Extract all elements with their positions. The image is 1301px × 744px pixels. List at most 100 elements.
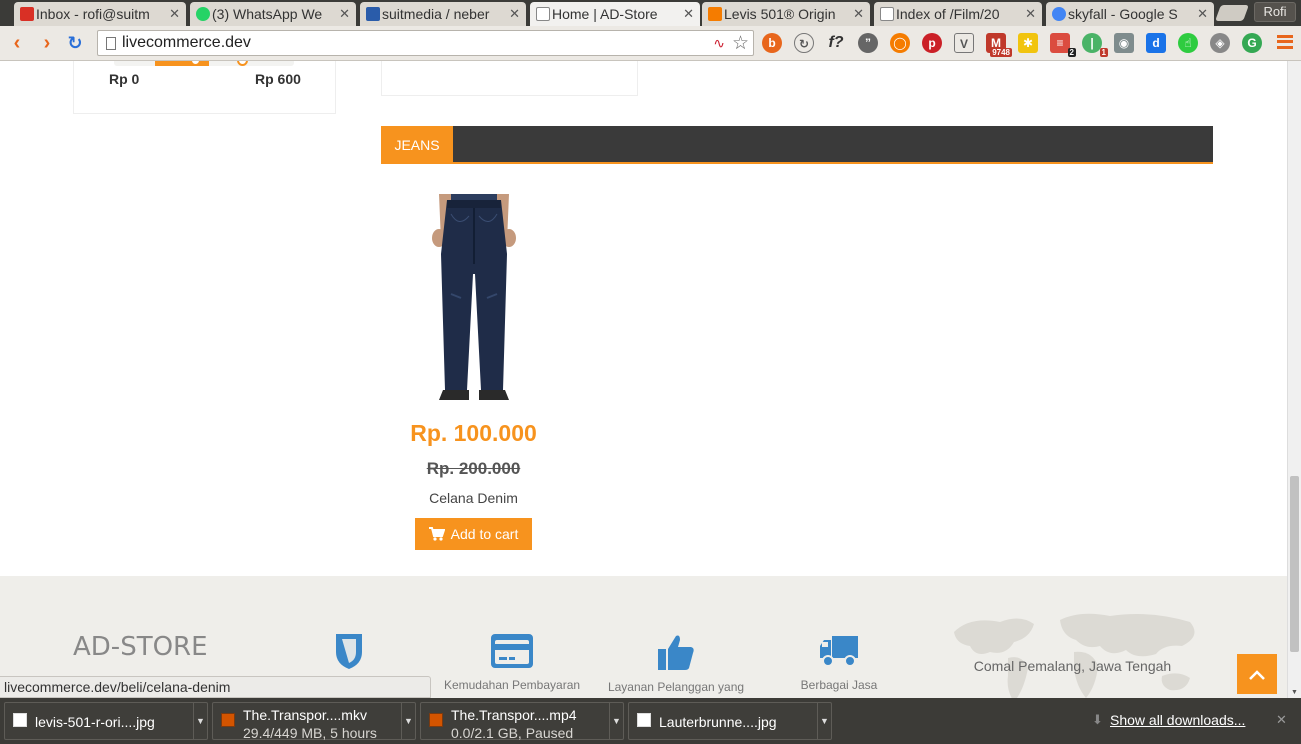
feedly-icon[interactable]: ◈	[1210, 33, 1230, 53]
back-icon[interactable]: ‹	[6, 32, 28, 54]
page-info-icon[interactable]	[106, 37, 116, 50]
firefox-icon[interactable]: ◯	[890, 33, 910, 53]
tab-title: (3) WhatsApp We	[212, 6, 323, 22]
price-max-label: Rp 600	[255, 71, 301, 87]
feature-security	[279, 632, 419, 676]
gmail-badge: 9748	[990, 48, 1012, 57]
tab-levis[interactable]: Levis 501® Origin ✕	[702, 2, 870, 26]
tab-whatsapp[interactable]: (3) WhatsApp We ✕	[190, 2, 356, 26]
hand-cursor-icon[interactable]: ☝	[1178, 33, 1198, 53]
footer-logo: AD-STORE	[73, 632, 208, 662]
add-to-cart-label: Add to cart	[450, 526, 519, 542]
price-slider-range	[155, 61, 209, 66]
tab-close-icon[interactable]: ✕	[683, 6, 694, 22]
tab-google[interactable]: skyfall - Google S ✕	[1046, 2, 1214, 26]
quote-icon[interactable]: ”	[858, 33, 878, 53]
tab-title: Index of /Film/20	[896, 6, 1000, 22]
pinterest-icon[interactable]: p	[922, 33, 942, 53]
tab-title: suitmedia / neber	[382, 6, 490, 22]
gmail-checker-icon[interactable]: M 9748	[986, 33, 1012, 57]
pushbullet-badge: 1	[1099, 48, 1108, 57]
camera-icon[interactable]: ◉	[1114, 33, 1134, 53]
google-icon	[1052, 7, 1066, 21]
price-min-label: Rp 0	[109, 71, 140, 87]
browser-menu-icon[interactable]	[1277, 35, 1293, 49]
download-item[interactable]: Lauterbrunne....jpg ▼	[628, 702, 832, 740]
feature-customer-service: Layanan Pelanggan yang Responsif	[606, 632, 746, 698]
tab-suitmedia[interactable]: suitmedia / neber ✕	[360, 2, 526, 26]
tab-ad-store[interactable]: Home | AD-Store ✕	[530, 2, 700, 26]
feature-label: Berbagai Jasa Pengiriman	[800, 678, 878, 698]
product-card: Rp. 100.000 Rp. 200.000 Celana Denim Add…	[381, 194, 566, 554]
chevron-down-icon[interactable]: ▼	[193, 703, 207, 739]
reload-icon[interactable]: ↻	[64, 32, 86, 54]
profile-button[interactable]: Rofi	[1254, 2, 1296, 22]
chevron-down-icon[interactable]: ▼	[609, 703, 623, 739]
whatsapp-icon	[196, 7, 210, 21]
feature-payment: Kemudahan Pembayaran	[442, 632, 582, 694]
scrollbar-thumb[interactable]	[1290, 476, 1299, 652]
category-header: JEANS	[381, 126, 1213, 164]
chevron-down-icon[interactable]: ▼	[817, 703, 831, 739]
add-to-cart-button[interactable]: Add to cart	[415, 518, 532, 550]
todoist-icon[interactable]: ≡ 2	[1050, 33, 1076, 57]
tab-close-icon[interactable]: ✕	[1197, 6, 1208, 22]
dictionary-icon[interactable]: d	[1146, 33, 1166, 53]
download-name: Lauterbrunne....jpg	[659, 714, 777, 730]
tab-close-icon[interactable]: ✕	[1025, 6, 1036, 22]
thumbs-up-icon	[658, 635, 694, 670]
tab-gmail[interactable]: Inbox - rofi@suitm ✕	[14, 2, 186, 26]
sync-icon[interactable]: ↻	[794, 33, 814, 53]
close-icon[interactable]: ✕	[1276, 712, 1287, 728]
scroll-to-top-button[interactable]	[1237, 654, 1277, 694]
tab-close-icon[interactable]: ✕	[339, 6, 350, 22]
truck-icon	[820, 636, 858, 667]
store-address: Comal Pemalang, Jawa Tengah	[973, 658, 1172, 674]
page-viewport: Rp 0 Rp 600 JEANS Rp. 100.000 Rp. 200.00…	[0, 61, 1287, 698]
video-file-icon	[429, 713, 443, 727]
new-tab-button[interactable]	[1215, 5, 1249, 21]
chevron-down-icon[interactable]: ▼	[401, 703, 415, 739]
show-all-downloads-link[interactable]: Show all downloads...	[1110, 712, 1245, 728]
bookmark-star-icon[interactable]: ☆	[732, 32, 749, 55]
tab-title: skyfall - Google S	[1068, 6, 1178, 22]
feature-shipping: Berbagai Jasa Pengiriman	[769, 632, 909, 698]
download-status: 0.0/2.1 GB, Paused	[451, 725, 574, 741]
product-image-jeans[interactable]	[411, 194, 537, 402]
sticky-notes-icon[interactable]: ✱	[1018, 33, 1038, 53]
downloads-shelf: levis-501-r-ori....jpg ▼ The.Transpor...…	[0, 698, 1301, 744]
feature-label: Kemudahan Pembayaran	[443, 678, 581, 692]
link-status-bar: livecommerce.dev/beli/celana-denim	[0, 676, 431, 698]
tab-close-icon[interactable]: ✕	[853, 6, 864, 22]
page-scrollbar[interactable]: ▼	[1287, 61, 1301, 698]
image-file-icon	[13, 713, 27, 727]
download-name: levis-501-r-ori....jpg	[35, 714, 155, 730]
video-file-icon	[221, 713, 235, 727]
image-file-icon	[637, 713, 651, 727]
streak-icon[interactable]: b	[762, 33, 782, 53]
download-item[interactable]: levis-501-r-ori....jpg ▼	[4, 702, 208, 740]
google-icon[interactable]: G	[1242, 33, 1262, 53]
address-bar[interactable]: ∿ ☆	[97, 30, 754, 56]
shield-icon[interactable]: V	[954, 33, 974, 53]
tab-index-film[interactable]: Index of /Film/20 ✕	[874, 2, 1042, 26]
lastpass-icon[interactable]: ∿	[713, 35, 725, 52]
shield-icon	[336, 634, 362, 669]
url-input[interactable]	[122, 33, 682, 53]
price-filter: Rp 0 Rp 600	[73, 61, 336, 114]
formula-icon[interactable]: f?	[826, 33, 846, 53]
download-item[interactable]: The.Transpor....mp4 0.0/2.1 GB, Paused ▼	[420, 702, 624, 741]
tab-title: Inbox - rofi@suitm	[36, 6, 150, 22]
tab-close-icon[interactable]: ✕	[169, 6, 180, 22]
category-tab-jeans[interactable]: JEANS	[381, 126, 453, 164]
download-status: 29.4/449 MB, 5 hours	[243, 725, 377, 741]
download-item[interactable]: The.Transpor....mkv 29.4/449 MB, 5 hours…	[212, 702, 416, 741]
tab-close-icon[interactable]: ✕	[509, 6, 520, 22]
product-name[interactable]: Celana Denim	[381, 490, 566, 506]
product-price: Rp. 100.000	[410, 420, 537, 446]
tab-strip: Inbox - rofi@suitm ✕ (3) WhatsApp We ✕ s…	[0, 0, 1301, 26]
forward-icon[interactable]: ›	[36, 32, 58, 54]
pushbullet-icon[interactable]: | 1	[1082, 33, 1108, 57]
scroll-down-arrow-icon[interactable]: ▼	[1291, 689, 1298, 696]
page-icon	[536, 7, 550, 21]
